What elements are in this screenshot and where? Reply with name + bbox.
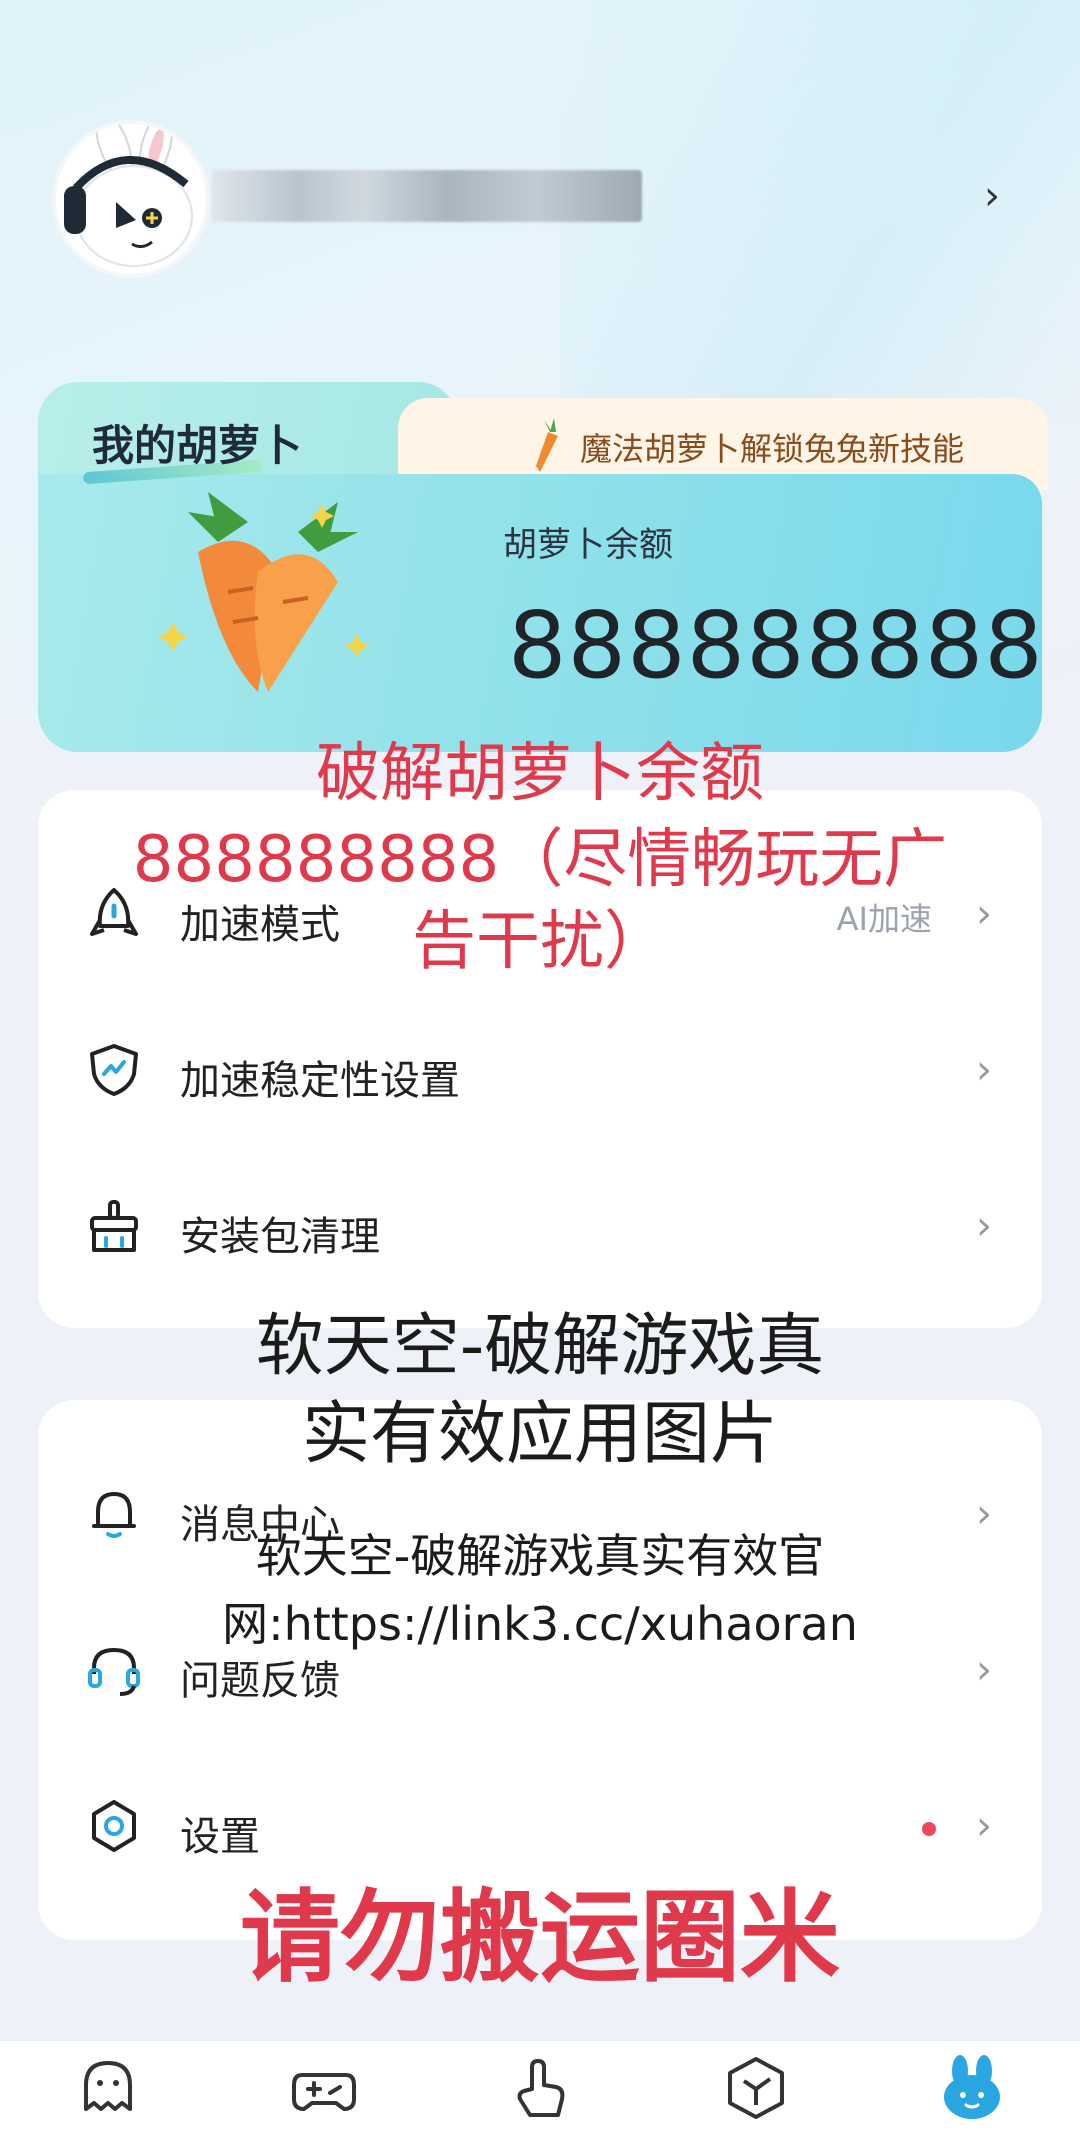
touch-icon[interactable] [504,2053,576,2125]
balance-label: 胡萝卜余额 [503,525,673,565]
carrot-icon [536,418,558,472]
row-label: 加速模式 [180,902,340,948]
carrot-tab-title: 我的胡萝卜 [92,421,303,470]
rabbit-icon[interactable] [936,2053,1008,2125]
row-acceleration-mode[interactable]: 加速模式 AI加速 › [38,836,1042,992]
chevron-right-icon[interactable]: › [972,176,1012,216]
chevron-right-icon: › [976,1803,992,1849]
headset-icon [88,1647,140,1696]
row-package-cleanup[interactable]: 安装包清理 › [38,1148,1042,1304]
row-label: 问题反馈 [180,1658,340,1704]
gamepad-icon[interactable] [288,2053,360,2125]
notification-dot [922,1822,936,1836]
cube-icon[interactable] [720,2053,792,2125]
row-feedback[interactable]: 问题反馈 › [38,1592,1042,1748]
row-label: 加速稳定性设置 [180,1058,460,1104]
row-stability-settings[interactable]: 加速稳定性设置 › [38,992,1042,1148]
nickname-blurred [212,170,642,222]
row-message-center[interactable]: 消息中心 › [38,1436,1042,1592]
bottom-nav [0,2040,1080,2132]
carrot-card[interactable]: 魔法胡萝卜解锁兔兔新技能 我的胡萝卜 胡萝卜余额 888888888 [38,382,1048,752]
profile-header[interactable]: › [52,120,1012,280]
rocket-icon [90,888,138,936]
row-settings[interactable]: 设置 › [38,1748,1042,1904]
chevron-right-icon: › [976,891,992,937]
balance-value: 888888888 [508,592,1044,699]
chevron-right-icon: › [976,1647,992,1693]
row-label: 消息中心 [180,1502,340,1548]
acceleration-settings-card: 加速模式 AI加速 › 加速稳定性设置 › 安装包清理 › [38,790,1042,1328]
row-label: 安装包清理 [180,1214,380,1260]
carrot-illustration-icon [158,492,369,692]
shield-icon [90,1044,138,1096]
gear-icon [92,1800,136,1852]
avatar[interactable] [52,120,210,278]
carrot-promo-text: 魔法胡萝卜解锁兔兔新技能 [580,430,965,468]
row-label: 设置 [180,1814,260,1860]
ghost-icon[interactable] [72,2053,144,2125]
row-value: AI加速 [836,900,932,938]
general-settings-card: 消息中心 › 问题反馈 › 设置 › [38,1400,1042,1940]
chevron-right-icon: › [976,1491,992,1537]
chevron-right-icon: › [976,1047,992,1093]
bell-icon [92,1492,136,1538]
chevron-right-icon: › [976,1203,992,1249]
broom-icon [90,1200,138,1252]
